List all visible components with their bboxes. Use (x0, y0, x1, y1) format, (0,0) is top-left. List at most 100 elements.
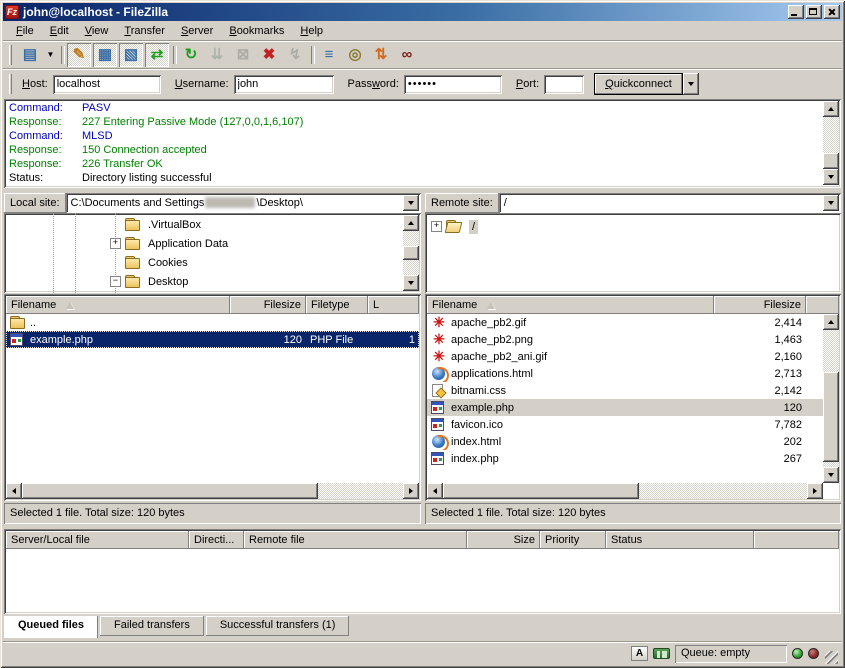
remote-file-list: Filename Filesize apache_pb2.gif 2,414 a… (425, 294, 841, 501)
scrollbar-thumb[interactable] (823, 153, 839, 169)
tree-item[interactable]: + / (425, 217, 839, 236)
scrollbar-thumb[interactable] (403, 246, 419, 260)
quickconnect-dropdown-button[interactable] (683, 73, 699, 95)
column-header-filename[interactable]: Filename (6, 296, 230, 314)
disconnect-button[interactable]: ✖ (257, 43, 281, 67)
column-header-status[interactable]: Status (606, 531, 754, 549)
menu-item[interactable]: Bookmarks (221, 23, 292, 39)
scroll-up-button[interactable] (403, 215, 419, 231)
tab-successful-transfers[interactable]: Successful transfers (1) (206, 616, 350, 636)
folder-icon (125, 237, 141, 250)
toggle-local-tree-button[interactable]: ▦ (93, 43, 117, 67)
file-row[interactable]: favicon.ico 7,782 (427, 416, 823, 433)
scroll-up-button[interactable] (823, 101, 839, 117)
tree-item[interactable]: Cookies (4, 253, 403, 272)
remote-list-hscrollbar[interactable] (427, 483, 823, 499)
log-scrollbar[interactable] (823, 101, 839, 185)
password-input[interactable] (404, 75, 502, 94)
file-row[interactable]: bitnami.css 2,142 (427, 382, 823, 399)
file-row[interactable]: apache_pb2.png 1,463 (427, 331, 823, 348)
scroll-down-button[interactable] (823, 169, 839, 185)
scroll-down-button[interactable] (403, 275, 419, 291)
scroll-down-button[interactable] (823, 467, 839, 483)
directory-comparison-button[interactable]: ◎ (343, 43, 367, 67)
remote-path-combobox[interactable]: / (499, 193, 841, 213)
local-path-dropdown-button[interactable] (403, 195, 419, 211)
remote-path-dropdown-button[interactable] (823, 195, 839, 211)
find-files-button[interactable]: ∞ (395, 43, 419, 67)
refresh-button[interactable]: ↻ (179, 43, 203, 67)
username-input[interactable] (234, 75, 334, 94)
menu-item[interactable]: File (8, 23, 42, 39)
file-row[interactable]: apache_pb2_ani.gif 2,160 (427, 348, 823, 365)
menu-item[interactable]: Transfer (116, 23, 173, 39)
port-input[interactable] (544, 75, 584, 94)
quickconnect-grip[interactable] (9, 74, 12, 94)
scrollbar-thumb[interactable] (823, 372, 839, 462)
menu-item[interactable]: Server (173, 23, 221, 39)
menu-item[interactable]: Help (292, 23, 331, 39)
column-header-size[interactable]: Size (467, 531, 540, 549)
file-row[interactable]: index.html 202 (427, 433, 823, 450)
column-header-last-modified[interactable]: L (368, 296, 419, 314)
file-row[interactable]: .. (6, 314, 419, 331)
file-row[interactable]: example.php 120 PHP File 1 (6, 331, 419, 348)
tree-expander-icon[interactable]: + (110, 238, 121, 249)
column-header-direction[interactable]: Directi... (189, 531, 244, 549)
column-header-server-local-file[interactable]: Server/Local file (6, 531, 189, 549)
quickconnect-button[interactable]: Quickconnect (594, 73, 683, 95)
scroll-up-button[interactable] (823, 314, 839, 330)
scrollbar-thumb[interactable] (22, 483, 318, 499)
tree-item[interactable]: + Application Data (4, 234, 403, 253)
column-header-filesize[interactable]: Filesize (230, 296, 306, 314)
local-site-row: Local site: C:\Documents and Settings\De… (4, 193, 421, 213)
cancel-operation-button[interactable]: ⊠ (231, 43, 255, 67)
tab-queued-files[interactable]: Queued files (4, 616, 98, 638)
file-row[interactable]: apache_pb2.gif 2,414 (427, 314, 823, 331)
remote-list-vscrollbar[interactable] (823, 314, 839, 483)
tree-item[interactable]: .VirtualBox (4, 215, 403, 234)
toggle-remote-tree-button[interactable]: ▧ (119, 43, 143, 67)
column-header-priority[interactable]: Priority (540, 531, 606, 549)
file-row[interactable]: index.php 267 (427, 450, 823, 467)
tree-item[interactable]: − Desktop (4, 272, 403, 291)
scrollbar-thumb[interactable] (443, 483, 639, 499)
site-manager-dropdown-button[interactable]: ▼ (44, 43, 57, 67)
sort-ascending-icon (66, 302, 74, 309)
transfer-type-indicator-icon[interactable]: A (631, 646, 648, 661)
tab-failed-transfers[interactable]: Failed transfers (100, 616, 204, 636)
local-tree-scrollbar[interactable] (403, 215, 419, 291)
scroll-left-button[interactable] (427, 483, 443, 499)
minimize-button[interactable] (788, 5, 804, 19)
toggle-message-log-button[interactable]: ✎ (67, 43, 91, 67)
chevron-down-icon (828, 201, 834, 205)
menu-item[interactable]: Edit (42, 23, 77, 39)
scroll-right-button[interactable] (807, 483, 823, 499)
process-queue-button[interactable]: ⇊ (205, 43, 229, 67)
column-header-filesize[interactable]: Filesize (714, 296, 806, 314)
column-header-filename[interactable]: Filename (427, 296, 714, 314)
encryption-lock-icon[interactable] (653, 648, 670, 659)
toolbar-grip[interactable] (9, 45, 12, 65)
reconnect-button[interactable]: ↯ (283, 43, 307, 67)
log-entry: Command: MLSD (9, 129, 821, 143)
site-manager-button[interactable]: ▤ (18, 43, 42, 67)
synchronized-browsing-button[interactable]: ⇅ (369, 43, 393, 67)
column-header-remote-file[interactable]: Remote file (244, 531, 467, 549)
scroll-right-button[interactable] (403, 483, 419, 499)
maximize-button[interactable] (806, 5, 822, 19)
tree-expander-icon[interactable]: − (110, 276, 121, 287)
file-row[interactable]: example.php 120 (427, 399, 823, 416)
column-header-filetype[interactable]: Filetype (306, 296, 368, 314)
close-button[interactable] (824, 5, 840, 19)
resize-grip[interactable] (825, 651, 838, 664)
menu-item[interactable]: View (77, 23, 117, 39)
file-row[interactable]: applications.html 2,713 (427, 365, 823, 382)
local-path-combobox[interactable]: C:\Documents and Settings\Desktop\ (66, 193, 421, 213)
local-list-hscrollbar[interactable] (6, 483, 419, 499)
scroll-left-button[interactable] (6, 483, 22, 499)
tree-expander-icon[interactable]: + (431, 221, 442, 232)
host-input[interactable] (53, 75, 161, 94)
toggle-queue-button[interactable]: ⇄ (145, 43, 169, 67)
filter-button[interactable]: ≡ (317, 43, 341, 67)
